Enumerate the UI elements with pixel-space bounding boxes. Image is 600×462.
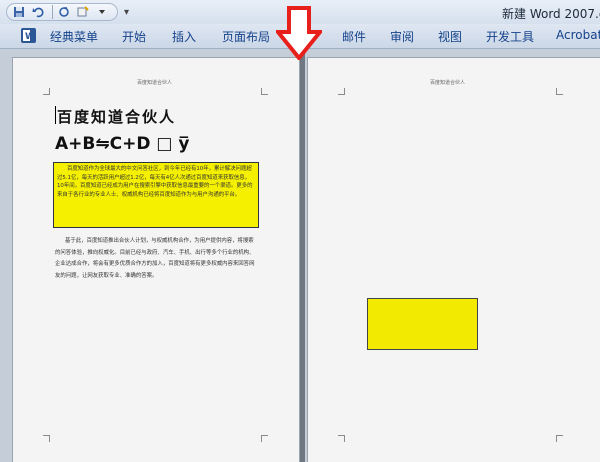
highlighted-paragraph[interactable]: 百度知道作为全球最大的中文问答社区，到今年已经有10年，累计解决问题超过5.1亿…	[53, 162, 259, 228]
office-button-icon[interactable]: W	[20, 27, 37, 44]
tab-view[interactable]: 视图	[438, 28, 462, 45]
margin-corner-mark	[261, 435, 268, 442]
left-page[interactable]: 百度知道合伙人 百度知道合伙人 A+B⇋C+D □ y̅ 百度知道作为全球最大的…	[12, 57, 300, 462]
document-area: 百度知道合伙人 百度知道合伙人 A+B⇋C+D □ y̅ 百度知道作为全球最大的…	[0, 49, 600, 462]
page-header: 百度知道合伙人	[430, 80, 466, 86]
tab-acrobat[interactable]: Acrobat	[556, 28, 600, 42]
right-page[interactable]: 百度知道合伙人	[307, 57, 600, 462]
tab-mailings[interactable]: 邮件	[342, 28, 366, 45]
yellow-rectangle-shape[interactable]	[367, 298, 478, 350]
window-title: 新建 Word 2007.d	[502, 7, 600, 21]
quick-access-group	[6, 3, 118, 21]
redo-icon[interactable]	[56, 4, 72, 20]
margin-corner-mark	[556, 88, 563, 95]
margin-corner-mark	[261, 88, 268, 95]
toolbar-separator	[52, 5, 53, 19]
tab-review[interactable]: 审阅	[390, 28, 414, 45]
red-down-arrow-icon	[276, 6, 322, 60]
page-header: 百度知道合伙人	[137, 80, 173, 86]
undo-icon[interactable]	[30, 4, 46, 20]
body-paragraph: 基于此，百度知道推出合伙人计划，与权威机构合作，为用户提供内容，将搜索的问答体验…	[55, 238, 255, 279]
page-gap-divider	[300, 49, 305, 462]
chemical-formula: A+B⇋C+D □ y̅	[55, 134, 190, 154]
margin-corner-mark	[338, 435, 345, 442]
margin-corner-mark	[556, 435, 563, 442]
tab-developer[interactable]: 开发工具	[486, 28, 534, 45]
tab-insert[interactable]: 插入	[172, 28, 196, 45]
chevron-down-icon[interactable]	[94, 4, 110, 20]
save-icon[interactable]	[11, 4, 27, 20]
tab-page-layout[interactable]: 页面布局	[222, 28, 270, 45]
tab-classic-menu[interactable]: 经典菜单	[50, 28, 98, 45]
quick-access-toolbar: ▾	[6, 3, 129, 21]
text-cursor	[55, 106, 56, 124]
tab-home[interactable]: 开始	[122, 28, 146, 45]
customize-icon[interactable]	[75, 4, 91, 20]
margin-corner-mark	[338, 88, 345, 95]
svg-text:W: W	[25, 32, 35, 42]
margin-corner-mark	[43, 88, 50, 95]
document-heading: 百度知道合伙人	[57, 108, 177, 126]
margin-corner-mark	[43, 435, 50, 442]
more-commands-icon[interactable]: ▾	[124, 7, 129, 18]
